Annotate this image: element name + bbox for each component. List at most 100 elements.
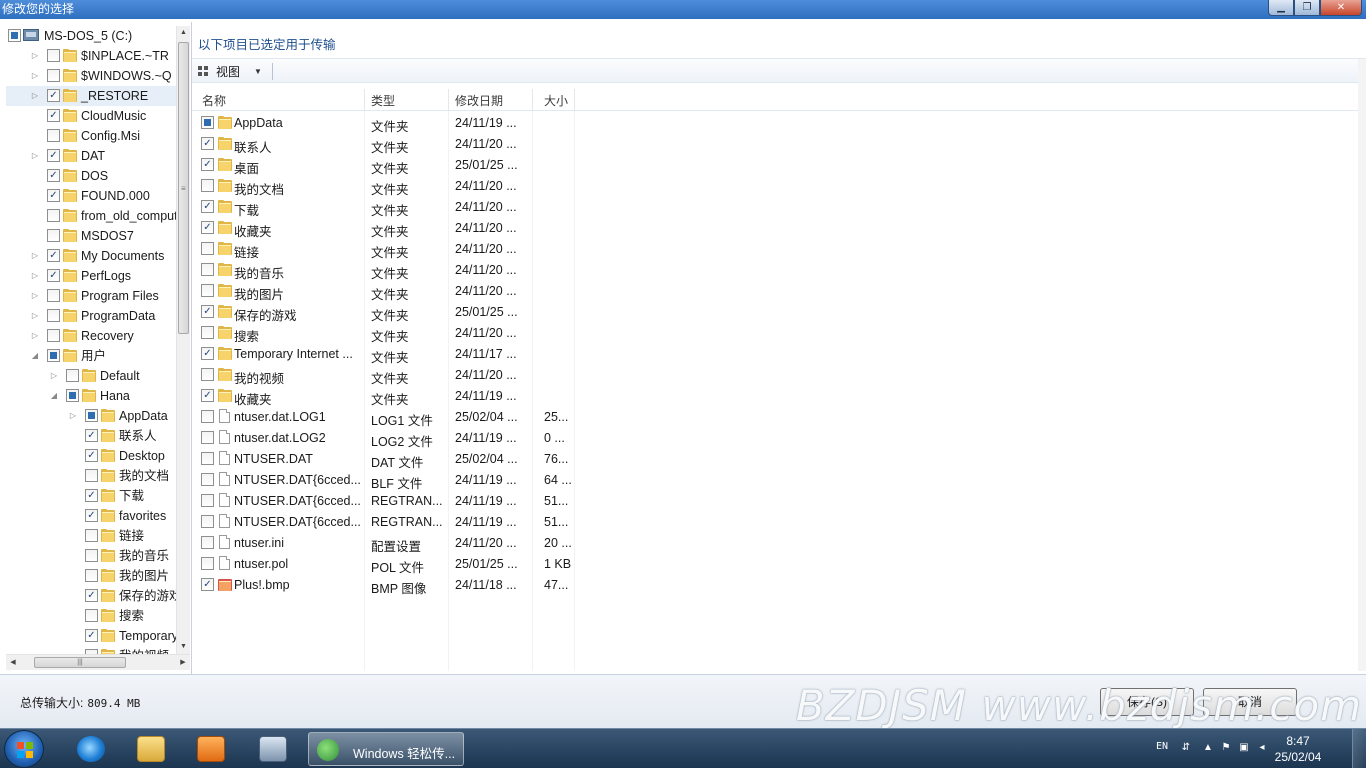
file-row[interactable]: NTUSER.DAT{6cced... REGTRAN... 24/11/19 ..… <box>192 511 574 532</box>
expand-arrow-icon[interactable]: ▷ <box>31 150 39 162</box>
tree-item[interactable]: ▷ $WINDOWS.~Q <box>6 66 176 86</box>
tree-item-checkbox[interactable]: ✓ <box>47 149 60 162</box>
file-row[interactable]: 我的图片 文件夹 24/11/20 ... <box>192 280 574 302</box>
tree-item[interactable]: ▷ ProgramData <box>6 306 176 326</box>
tree-item[interactable]: 我的音乐 <box>6 546 176 566</box>
tree-item-checkbox[interactable]: ✓ <box>85 509 98 522</box>
tree-item-checkbox[interactable] <box>85 469 98 482</box>
expand-arrow-icon[interactable]: ▷ <box>31 50 39 62</box>
tree-item-checkbox[interactable] <box>47 289 60 302</box>
tree-item-checkbox[interactable]: ✓ <box>85 429 98 442</box>
tree-item-checkbox[interactable]: ✓ <box>85 589 98 602</box>
file-row[interactable]: ✓ 联系人 文件夹 24/11/20 ... <box>192 133 574 155</box>
tree-item[interactable]: ▷ ✓ PerfLogs <box>6 266 176 286</box>
expand-arrow-icon[interactable]: ▷ <box>31 330 39 342</box>
expand-arrow-icon[interactable]: ▷ <box>50 370 58 382</box>
tree-item[interactable]: ✓ DOS <box>6 166 176 186</box>
minimize-button[interactable]: ▁ <box>1268 0 1294 16</box>
show-desktop-button[interactable] <box>1352 729 1366 768</box>
file-row[interactable]: ntuser.pol POL 文件 25/01/25 ... 1 KB <box>192 553 574 575</box>
tree-item[interactable]: ▷ Recovery <box>6 326 176 346</box>
file-row[interactable]: 我的视频 文件夹 24/11/20 ... <box>192 364 574 386</box>
flag-icon[interactable]: ⚑ <box>1220 742 1232 754</box>
expanded-arrow-icon[interactable]: ◢ <box>50 390 58 402</box>
tree-item[interactable]: ✓ FOUND.000 <box>6 186 176 206</box>
tree-item-checkbox[interactable] <box>47 129 60 142</box>
tree-item-checkbox[interactable] <box>85 609 98 622</box>
file-row-checkbox[interactable] <box>201 494 214 507</box>
tree-item[interactable]: 链接 <box>6 526 176 546</box>
expand-arrow-icon[interactable]: ▷ <box>31 90 39 102</box>
tree-item-checkbox[interactable] <box>47 329 60 342</box>
column-separator[interactable] <box>364 89 365 111</box>
file-row[interactable]: ✓ 桌面 文件夹 25/01/25 ... <box>192 154 574 176</box>
taskbar-active-window[interactable]: Windows 轻松传... <box>308 732 464 766</box>
file-row-checkbox[interactable]: ✓ <box>201 305 214 318</box>
tree-item[interactable]: 我的视频 <box>6 646 176 654</box>
tree-item-checkbox[interactable]: ✓ <box>85 629 98 642</box>
tree-item-checkbox[interactable]: ✓ <box>47 89 60 102</box>
volume-icon[interactable]: ◂ <box>1256 742 1268 754</box>
file-row[interactable]: NTUSER.DAT{6cced... REGTRAN... 24/11/19 ..… <box>192 490 574 511</box>
tree-item-checkbox[interactable]: ✓ <box>47 269 60 282</box>
column-separator[interactable] <box>448 89 449 111</box>
tree-item[interactable]: ▷ Default <box>6 366 176 386</box>
tree-hscroll-thumb[interactable]: ||| <box>34 657 126 668</box>
file-row[interactable]: ✓ Temporary Internet ... 文件夹 24/11/17 ... <box>192 343 574 365</box>
tree-item[interactable]: ✓ Desktop <box>6 446 176 466</box>
tree-item-checkbox[interactable]: ✓ <box>47 249 60 262</box>
file-row-checkbox[interactable]: ✓ <box>201 578 214 591</box>
tree-item[interactable]: ▷ ✓ _RESTORE <box>6 86 176 106</box>
tree-item[interactable]: MS-DOS_5 (C:) <box>6 26 176 46</box>
file-row-checkbox[interactable]: ✓ <box>201 389 214 402</box>
file-row-checkbox[interactable] <box>201 431 214 444</box>
file-row-checkbox[interactable]: ✓ <box>201 158 214 171</box>
file-row-checkbox[interactable]: ✓ <box>201 200 214 213</box>
file-row-checkbox[interactable] <box>201 368 214 381</box>
file-row-checkbox[interactable] <box>201 557 214 570</box>
expanded-arrow-icon[interactable]: ◢ <box>31 350 39 362</box>
tree-item[interactable]: ▷ AppData <box>6 406 176 426</box>
file-row[interactable]: ✓ 保存的游戏 文件夹 25/01/25 ... <box>192 301 574 323</box>
tree-item[interactable]: MSDOS7 <box>6 226 176 246</box>
expand-arrow-icon[interactable]: ▷ <box>31 310 39 322</box>
file-row[interactable]: AppData 文件夹 24/11/19 ... <box>192 112 574 134</box>
tree-vertical-scrollbar[interactable]: ▲ ≡ ▼ <box>176 26 190 654</box>
file-row[interactable]: ntuser.dat.LOG1 LOG1 文件 25/02/04 ... 25... <box>192 406 574 428</box>
column-separator[interactable] <box>574 89 575 111</box>
file-row[interactable]: ✓ 收藏夹 文件夹 24/11/20 ... <box>192 217 574 239</box>
column-separator[interactable] <box>532 89 533 111</box>
start-button[interactable] <box>4 730 44 768</box>
file-row-checkbox[interactable] <box>201 410 214 423</box>
expand-arrow-icon[interactable]: ▷ <box>31 270 39 282</box>
column-size[interactable]: 大小 <box>544 92 568 109</box>
expand-arrow-icon[interactable]: ▷ <box>69 410 77 422</box>
tree-item-checkbox[interactable]: ✓ <box>47 169 60 182</box>
tree-item-checkbox[interactable]: ✓ <box>47 109 60 122</box>
file-row-checkbox[interactable] <box>201 284 214 297</box>
column-name[interactable]: 名称 <box>202 92 226 109</box>
expand-arrow-icon[interactable]: ▷ <box>31 250 39 262</box>
file-row[interactable]: ntuser.dat.LOG2 LOG2 文件 24/11/19 ... 0 ... <box>192 427 574 449</box>
tree-item[interactable]: ✓ 下载 <box>6 486 176 506</box>
tree-item-checkbox[interactable] <box>85 549 98 562</box>
tree-item-checkbox[interactable]: ✓ <box>85 489 98 502</box>
scroll-left-icon[interactable]: ◀ <box>6 656 20 670</box>
file-row-checkbox[interactable]: ✓ <box>201 221 214 234</box>
tree-item[interactable]: ✓ Temporary In <box>6 626 176 646</box>
tree-item[interactable]: ▷ $INPLACE.~TR <box>6 46 176 66</box>
tree-item[interactable]: ✓ favorites <box>6 506 176 526</box>
file-row[interactable]: NTUSER.DAT DAT 文件 25/02/04 ... 76... <box>192 448 574 470</box>
file-row-checkbox[interactable] <box>201 326 214 339</box>
tree-item[interactable]: ▷ ✓ DAT <box>6 146 176 166</box>
close-button[interactable]: ✕ <box>1320 0 1362 16</box>
maximize-button[interactable]: ❐ <box>1294 0 1320 16</box>
file-row[interactable]: 我的音乐 文件夹 24/11/20 ... <box>192 259 574 281</box>
language-indicator[interactable]: EN <box>1156 741 1168 752</box>
tree-item-checkbox[interactable]: ✓ <box>47 189 60 202</box>
file-row[interactable]: ✓ 下载 文件夹 24/11/20 ... <box>192 196 574 218</box>
tree-item[interactable]: ▷ Program Files <box>6 286 176 306</box>
tree-item-checkbox[interactable] <box>47 69 60 82</box>
taskbar-media-player-button[interactable] <box>184 733 238 765</box>
file-row-checkbox[interactable] <box>201 473 214 486</box>
